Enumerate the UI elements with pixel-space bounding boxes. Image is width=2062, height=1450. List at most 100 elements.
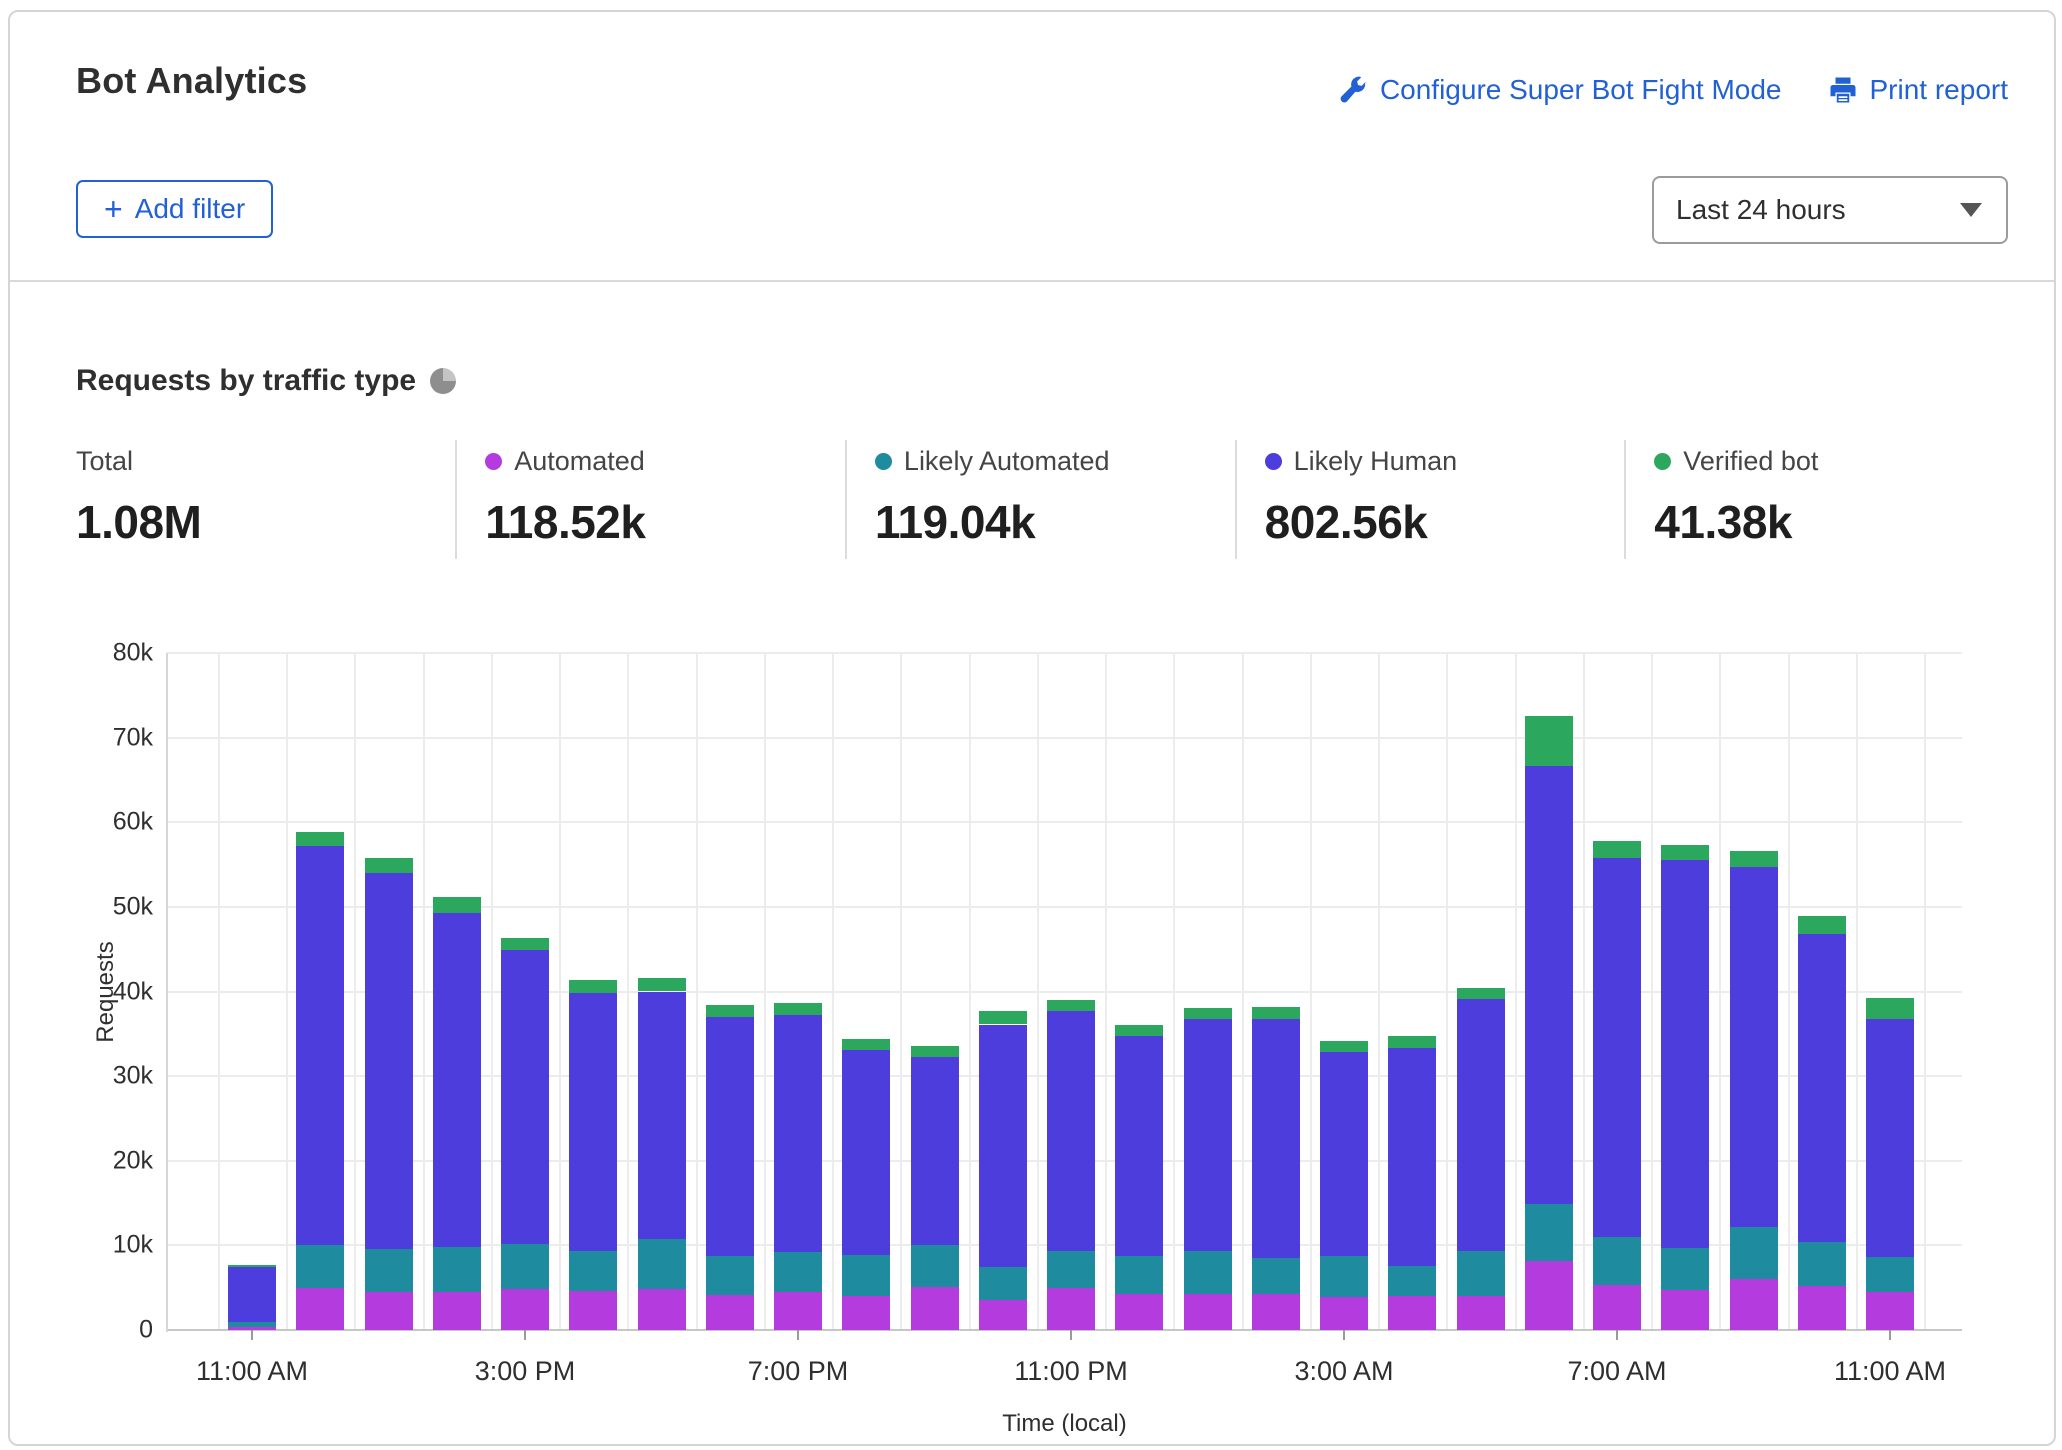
bar-segment-verified-bot[interactable] (842, 1039, 890, 1050)
bar-segment-likely-automated[interactable] (979, 1267, 1027, 1300)
bar-segment-verified-bot[interactable] (1661, 845, 1709, 860)
bar-segment-automated[interactable] (911, 1287, 959, 1330)
bar-segment-automated[interactable] (1730, 1279, 1778, 1330)
bar-segment-verified-bot[interactable] (1457, 988, 1505, 999)
bar-segment-automated[interactable] (1593, 1285, 1641, 1330)
bar-segment-likely-automated[interactable] (1320, 1256, 1368, 1297)
bar-segment-verified-bot[interactable] (365, 858, 413, 873)
bar-segment-likely-human[interactable] (228, 1267, 276, 1323)
bar-segment-verified-bot[interactable] (1115, 1025, 1163, 1036)
bar-segment-likely-human[interactable] (1457, 999, 1505, 1251)
bar-segment-verified-bot[interactable] (296, 832, 344, 846)
bar-segment-likely-human[interactable] (365, 873, 413, 1249)
bar-segment-verified-bot[interactable] (706, 1005, 754, 1017)
bar-segment-verified-bot[interactable] (1525, 716, 1573, 765)
bar-segment-automated[interactable] (1388, 1296, 1436, 1330)
bar-segment-likely-automated[interactable] (842, 1255, 890, 1296)
bar-segment-likely-automated[interactable] (1593, 1237, 1641, 1285)
bar-segment-likely-human[interactable] (842, 1050, 890, 1255)
bar-segment-likely-human[interactable] (1866, 1019, 1914, 1257)
bar-segment-likely-automated[interactable] (1388, 1266, 1436, 1296)
bar-segment-likely-human[interactable] (1047, 1011, 1095, 1251)
bar-segment-likely-automated[interactable] (706, 1256, 754, 1296)
bar-segment-verified-bot[interactable] (569, 980, 617, 994)
bar-segment-automated[interactable] (569, 1291, 617, 1330)
bar-segment-verified-bot[interactable] (1320, 1041, 1368, 1052)
bar-segment-likely-automated[interactable] (1457, 1251, 1505, 1296)
bar-segment-verified-bot[interactable] (638, 978, 686, 992)
bar-segment-verified-bot[interactable] (1252, 1007, 1300, 1019)
configure-super-bot-fight-mode-link[interactable]: Configure Super Bot Fight Mode (1338, 74, 1782, 106)
bar-segment-likely-human[interactable] (296, 846, 344, 1245)
bar-segment-likely-automated[interactable] (911, 1245, 959, 1286)
bar-segment-verified-bot[interactable] (433, 897, 481, 913)
bar-segment-verified-bot[interactable] (228, 1265, 276, 1267)
bar-segment-likely-human[interactable] (1798, 934, 1846, 1242)
bar-segment-likely-human[interactable] (1320, 1052, 1368, 1255)
bar-segment-automated[interactable] (1457, 1296, 1505, 1330)
bar-segment-likely-human[interactable] (1593, 858, 1641, 1237)
bar-segment-likely-automated[interactable] (1798, 1242, 1846, 1286)
bar-segment-automated[interactable] (1320, 1297, 1368, 1330)
bar-segment-likely-human[interactable] (979, 1025, 1027, 1267)
bar-segment-automated[interactable] (1798, 1286, 1846, 1330)
bar-segment-automated[interactable] (706, 1295, 754, 1330)
bar-segment-likely-automated[interactable] (1047, 1251, 1095, 1287)
add-filter-button[interactable]: + Add filter (76, 180, 273, 238)
bar-segment-likely-automated[interactable] (501, 1244, 549, 1290)
bar-segment-likely-automated[interactable] (228, 1322, 276, 1327)
bar-segment-automated[interactable] (1525, 1261, 1573, 1330)
bar-segment-verified-bot[interactable] (1730, 851, 1778, 867)
bar-segment-verified-bot[interactable] (979, 1011, 1027, 1025)
bar-segment-likely-automated[interactable] (774, 1252, 822, 1292)
bar-segment-automated[interactable] (638, 1289, 686, 1330)
time-range-dropdown[interactable]: Last 24 hours (1652, 176, 2008, 244)
bar-segment-likely-automated[interactable] (365, 1249, 413, 1292)
bar-segment-likely-automated[interactable] (1730, 1227, 1778, 1279)
bar-segment-verified-bot[interactable] (1184, 1008, 1232, 1019)
bar-segment-likely-human[interactable] (1388, 1048, 1436, 1265)
bar-segment-likely-automated[interactable] (296, 1245, 344, 1287)
bar-segment-automated[interactable] (365, 1292, 413, 1330)
bar-segment-verified-bot[interactable] (1866, 998, 1914, 1019)
bar-segment-likely-human[interactable] (501, 950, 549, 1244)
bar-segment-automated[interactable] (1866, 1292, 1914, 1330)
bar-segment-likely-automated[interactable] (569, 1251, 617, 1291)
bar-segment-likely-human[interactable] (1115, 1036, 1163, 1256)
bar-segment-likely-human[interactable] (1252, 1019, 1300, 1258)
bar-segment-likely-automated[interactable] (1252, 1258, 1300, 1294)
bar-segment-verified-bot[interactable] (911, 1046, 959, 1057)
bar-segment-automated[interactable] (774, 1292, 822, 1330)
bar-segment-automated[interactable] (1115, 1294, 1163, 1330)
bar-segment-likely-automated[interactable] (1184, 1251, 1232, 1294)
bar-segment-automated[interactable] (1047, 1288, 1095, 1330)
bar-segment-verified-bot[interactable] (1047, 1000, 1095, 1011)
bar-segment-likely-human[interactable] (1525, 766, 1573, 1204)
bar-segment-likely-human[interactable] (1184, 1019, 1232, 1251)
bar-segment-likely-automated[interactable] (638, 1239, 686, 1290)
bar-segment-likely-human[interactable] (774, 1015, 822, 1252)
print-report-link[interactable]: Print report (1828, 74, 2009, 106)
bar-segment-likely-human[interactable] (433, 913, 481, 1247)
bar-segment-likely-automated[interactable] (433, 1247, 481, 1292)
bar-segment-automated[interactable] (501, 1289, 549, 1330)
bar-segment-likely-automated[interactable] (1661, 1248, 1709, 1290)
bar-segment-likely-automated[interactable] (1866, 1257, 1914, 1292)
bar-segment-automated[interactable] (979, 1300, 1027, 1330)
bar-segment-likely-human[interactable] (1661, 860, 1709, 1248)
bar-segment-likely-automated[interactable] (1115, 1256, 1163, 1295)
bar-segment-automated[interactable] (1252, 1294, 1300, 1330)
bar-segment-likely-human[interactable] (706, 1017, 754, 1256)
bar-segment-verified-bot[interactable] (1593, 841, 1641, 858)
bar-segment-automated[interactable] (1184, 1294, 1232, 1330)
bar-segment-likely-human[interactable] (638, 992, 686, 1239)
bar-segment-automated[interactable] (842, 1296, 890, 1330)
bar-segment-likely-human[interactable] (911, 1057, 959, 1246)
bar-segment-likely-automated[interactable] (1525, 1204, 1573, 1261)
bar-segment-automated[interactable] (433, 1292, 481, 1330)
bar-segment-automated[interactable] (296, 1288, 344, 1330)
bar-segment-verified-bot[interactable] (1388, 1036, 1436, 1048)
bar-segment-verified-bot[interactable] (501, 938, 549, 950)
bar-segment-likely-human[interactable] (1730, 867, 1778, 1227)
bar-segment-verified-bot[interactable] (774, 1003, 822, 1016)
